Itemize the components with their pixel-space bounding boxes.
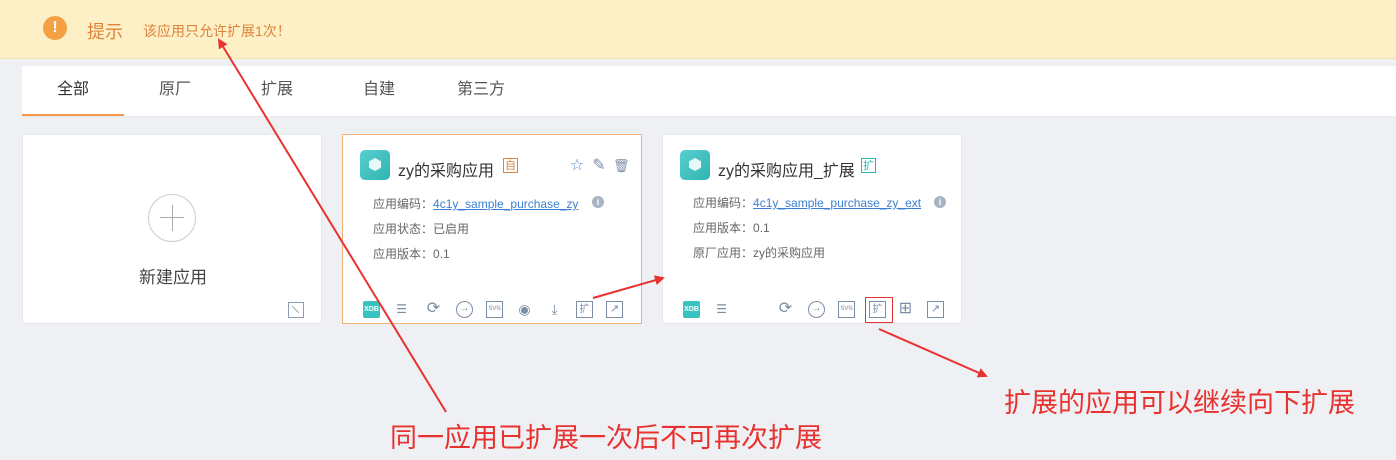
arrow-to-alert: [217, 38, 447, 413]
annotation-left: 同一应用已扩展一次后不可再次扩展: [390, 423, 822, 454]
arrow-to-ext-card: [592, 275, 665, 299]
arrow-from-extend-icon: [878, 328, 988, 378]
annotation-right: 扩展的应用可以继续向下扩展: [1004, 388, 1355, 419]
